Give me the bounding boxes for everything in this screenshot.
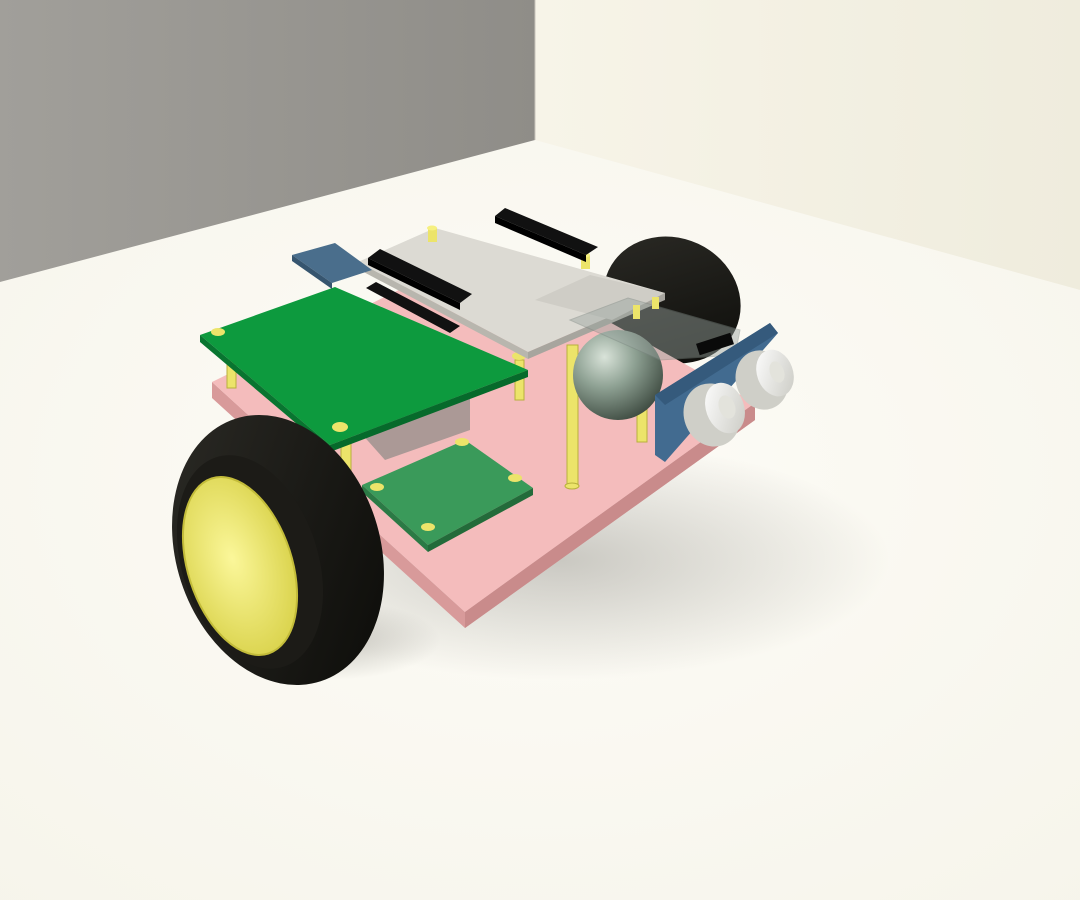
robot-car-scene [0,0,1080,900]
